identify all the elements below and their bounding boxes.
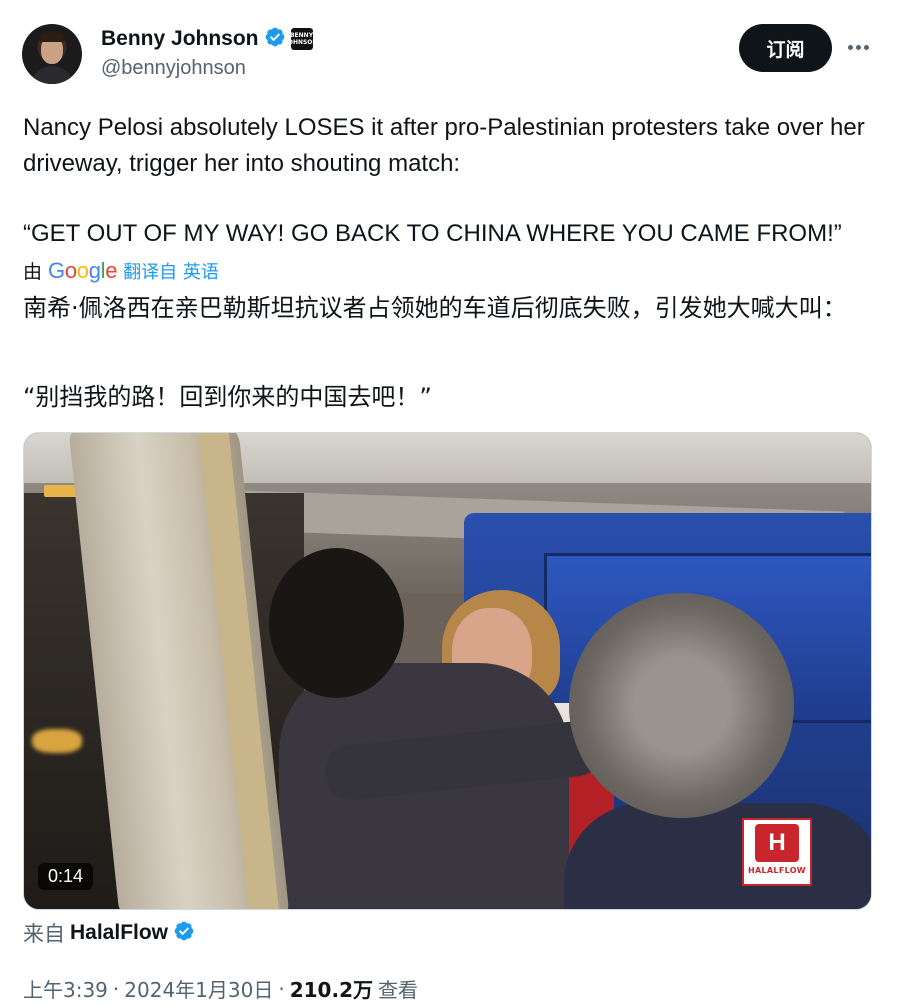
media-source: 来自 HalalFlow <box>23 918 195 948</box>
watermark-text: HALALFLOW <box>748 866 806 875</box>
tweet-time[interactable]: 上午3:39 <box>23 974 108 1003</box>
tweet-date[interactable]: 2024年1月30日 <box>124 974 273 1003</box>
views-count: 210.2万 <box>289 978 373 1002</box>
views-label: 查看 <box>377 978 418 1002</box>
video-duration: 0:14 <box>38 863 94 890</box>
source-name-link[interactable]: HalalFlow <box>70 921 168 945</box>
video-scene-light <box>32 729 82 753</box>
google-logo-icon: Google <box>48 257 118 283</box>
more-dot <box>855 44 861 50</box>
verified-badge-icon <box>264 26 286 52</box>
tweet-meta: 上午3:39 · 2024年1月30日 · 210.2万 查看 <box>23 974 418 1003</box>
meta-separator: · <box>112 976 120 1001</box>
translation-attribution: 由 Google 翻译自 英语 <box>23 257 219 284</box>
video-player[interactable]: H HALALFLOW 0:14 <box>23 432 872 910</box>
affiliate-badge-icon[interactable]: BENNY JOHNSON <box>286 28 317 50</box>
video-scene-protester <box>564 803 871 909</box>
tweet-text: Nancy Pelosi absolutely LOSES it after p… <box>23 114 872 177</box>
author-avatar[interactable] <box>22 24 82 84</box>
watermark-mark: H <box>755 824 799 862</box>
halalflow-watermark-logo: H HALALFLOW <box>742 818 812 886</box>
author-handle[interactable]: @bennyjohnson <box>101 57 246 80</box>
more-dot <box>863 44 869 50</box>
avatar-shirt <box>30 66 74 84</box>
translation-by-label: 由 <box>23 261 43 283</box>
author-name-row: Benny Johnson BENNY JOHNSON <box>101 26 317 52</box>
affiliate-badge-text: BENNY JOHNSON <box>285 32 318 46</box>
verified-badge-icon <box>173 920 195 947</box>
translated-from-link[interactable]: 翻译自 英语 <box>123 258 219 284</box>
subscribe-button[interactable]: 订阅 <box>739 24 832 72</box>
tweet-quote: “GET OUT OF MY WAY! GO BACK TO CHINA WHE… <box>23 220 842 247</box>
more-options-icon[interactable] <box>842 35 874 59</box>
author-display-name[interactable]: Benny Johnson <box>101 27 259 51</box>
meta-separator: · <box>278 976 285 1001</box>
translated-quote: “别挡我的路！回到你来的中国去吧！” <box>23 383 432 411</box>
source-label: 来自 <box>23 922 65 946</box>
translated-text: 南希·佩洛西在亲巴勒斯坦抗议者占领她的车道后彻底失败，引发她大喊大叫： <box>23 294 847 322</box>
avatar-hair <box>39 32 65 42</box>
video-scene-hair <box>569 593 794 818</box>
more-dot <box>847 44 853 50</box>
video-scene-hair <box>269 548 404 698</box>
